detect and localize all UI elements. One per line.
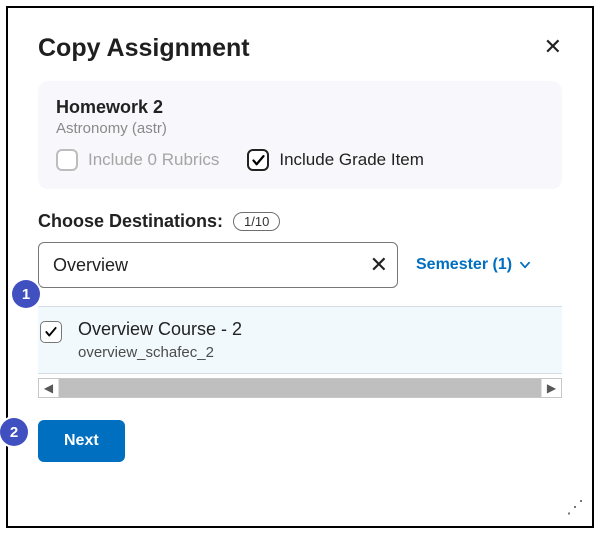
- destinations-count: 1/10: [233, 212, 280, 231]
- dialog-title: Copy Assignment: [38, 34, 250, 63]
- search-input[interactable]: [38, 242, 398, 288]
- course-name: Astronomy (astr): [56, 120, 544, 137]
- annotation-2: 2: [0, 418, 28, 446]
- results-list: Overview Course - 2 overview_schafec_2: [38, 306, 562, 374]
- include-options: Include 0 Rubrics Include Grade Item: [56, 149, 544, 171]
- dialog-header: Copy Assignment ✕: [38, 34, 562, 63]
- checkmark-icon: [44, 325, 58, 339]
- search-row: ✕ Semester (1): [38, 242, 562, 288]
- assignment-summary: Homework 2 Astronomy (astr) Include 0 Ru…: [38, 81, 562, 189]
- close-icon[interactable]: ✕: [544, 36, 562, 58]
- resize-handle-icon[interactable]: ⋰: [566, 497, 582, 518]
- include-rubrics-checkbox[interactable]: [56, 149, 78, 171]
- list-item-checkbox-wrap: [40, 319, 62, 343]
- include-grade-label: Include Grade Item: [279, 150, 424, 170]
- chevron-down-icon: [518, 258, 532, 272]
- scroll-track[interactable]: [59, 379, 541, 397]
- list-item-title: Overview Course - 2: [78, 319, 242, 340]
- semester-filter-label: Semester (1): [416, 256, 512, 274]
- assignment-name: Homework 2: [56, 97, 544, 118]
- copy-assignment-dialog: Copy Assignment ✕ Homework 2 Astronomy (…: [6, 6, 594, 528]
- include-grade-option[interactable]: Include Grade Item: [247, 149, 424, 171]
- destinations-label: Choose Destinations:: [38, 211, 223, 232]
- list-item-checkbox[interactable]: [40, 321, 62, 343]
- horizontal-scrollbar[interactable]: ◀ ▶: [38, 378, 562, 398]
- scroll-left-icon[interactable]: ◀: [39, 379, 59, 397]
- list-item[interactable]: Overview Course - 2 overview_schafec_2: [38, 307, 562, 374]
- include-rubrics-label: Include 0 Rubrics: [88, 150, 219, 170]
- list-item-body: Overview Course - 2 overview_schafec_2: [78, 319, 242, 361]
- clear-icon[interactable]: ✕: [370, 252, 388, 278]
- list-item-subtitle: overview_schafec_2: [78, 344, 242, 361]
- include-grade-checkbox[interactable]: [247, 149, 269, 171]
- scroll-right-icon[interactable]: ▶: [541, 379, 561, 397]
- next-button[interactable]: Next: [38, 420, 125, 462]
- semester-filter[interactable]: Semester (1): [416, 256, 532, 274]
- include-rubrics-option[interactable]: Include 0 Rubrics: [56, 149, 219, 171]
- destinations-header: Choose Destinations: 1/10: [38, 211, 562, 232]
- search-wrap: ✕: [38, 242, 398, 288]
- annotation-1: 1: [12, 280, 40, 308]
- checkmark-icon: [251, 153, 266, 168]
